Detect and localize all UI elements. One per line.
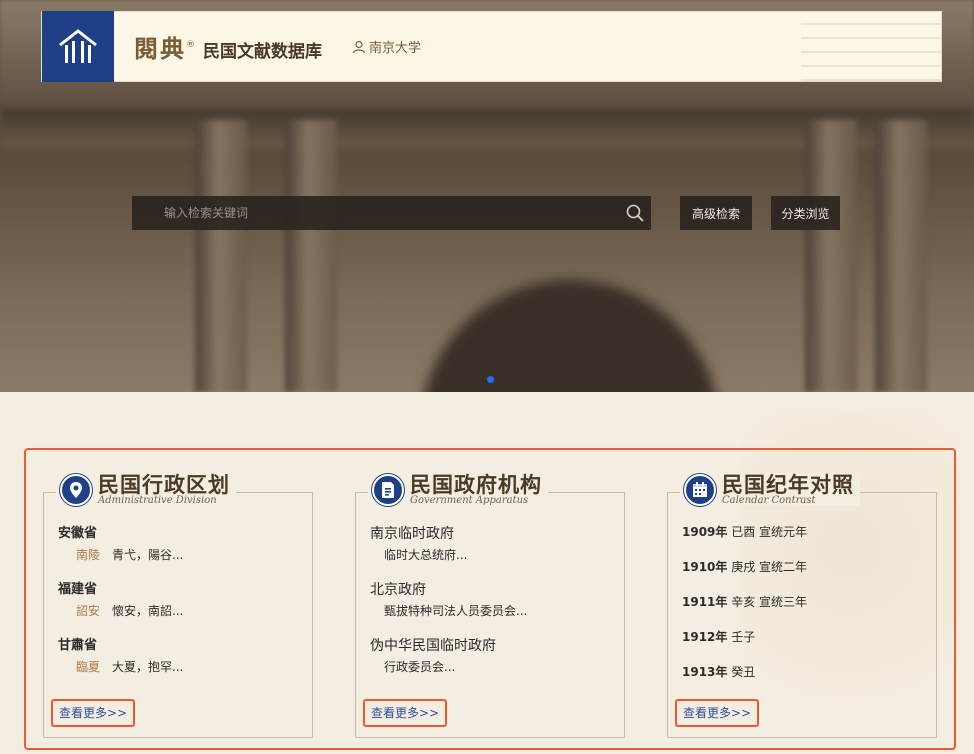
year-text: 庚戌 宣统二年 (731, 560, 808, 574)
list-item: 北京政府 甄拔特种司法人员委员会... (370, 579, 614, 621)
government-link[interactable]: 南京临时政府 (370, 523, 614, 545)
view-more-link[interactable]: 查看更多>> (51, 699, 136, 727)
panel-subtitle: Calendar Contrast (722, 495, 816, 506)
province-link[interactable]: 甘肅省 (58, 635, 302, 657)
list-item: 福建省 詔安 懷安，南詔... (58, 579, 302, 621)
list-item: 伪中华民国临时政府 行政委员会... (370, 635, 614, 677)
panel-subtitle: Government Apparatus (410, 495, 529, 506)
province-link[interactable]: 安徽省 (58, 523, 302, 545)
county-link[interactable]: 詔安 (76, 604, 100, 618)
agency-link[interactable]: 行政委员会... (370, 657, 614, 677)
category-browse-button[interactable]: 分类浏览 (771, 196, 840, 230)
panel-header: 民国政府机构 Government Apparatus (368, 473, 548, 506)
year-row[interactable]: 1912年 壬子 (682, 620, 926, 655)
list-item: 南京临时政府 临时大总统府... (370, 523, 614, 565)
list-item: 甘肅省 臨夏 大夏，抱罕... (58, 635, 302, 677)
header-decoration (801, 12, 941, 81)
government-link[interactable]: 北京政府 (370, 579, 614, 601)
county-link[interactable]: 臨夏 (76, 660, 100, 674)
carousel-indicator[interactable] (487, 376, 494, 383)
user-account[interactable]: 南京大学 (352, 37, 421, 56)
county-detail[interactable]: 懷安，南詔... (112, 604, 183, 618)
search-icon[interactable] (625, 203, 645, 227)
year: 1912年 (682, 630, 728, 644)
panel-title: 民国政府机构 (410, 473, 542, 497)
hero-pillar (875, 120, 927, 392)
document-icon (372, 473, 404, 506)
panel-header: 民国纪年对照 Calendar Contrast (680, 473, 860, 506)
panel-government-apparatus: 民国政府机构 Government Apparatus 南京临时政府 临时大总统… (355, 473, 625, 738)
hero-pillar (805, 120, 857, 392)
year: 1913年 (682, 665, 728, 679)
advanced-search-button[interactable]: 高级检索 (680, 196, 752, 230)
county-detail[interactable]: 青弋，陽谷... (112, 548, 183, 562)
list-item: 安徽省 南陵 青弋，陽谷... (58, 523, 302, 565)
year-row[interactable]: 1910年 庚戌 宣统二年 (682, 550, 926, 585)
brand-calligraphy: 閱典 (134, 34, 186, 63)
brand-name: 民国文献数据库 (203, 42, 322, 62)
panel-calendar-contrast: 民国纪年对照 Calendar Contrast 1909年 已酉 宣统元年 1… (667, 473, 937, 738)
hero-pillar (195, 120, 247, 392)
panel-title: 民国纪年对照 (722, 473, 854, 497)
year-text: 癸丑 (731, 665, 756, 679)
panel-subtitle: Administrative Division (98, 495, 217, 506)
year-row[interactable]: 1909年 已酉 宣统元年 (682, 515, 926, 550)
brand[interactable]: 閱典 ® 民国文献数据库 (134, 29, 322, 64)
year-row[interactable]: 1913年 癸丑 (682, 655, 926, 690)
view-more-link[interactable]: 查看更多>> (675, 699, 760, 727)
search-bar (132, 196, 651, 230)
panel-header: 民国行政区划 Administrative Division (56, 473, 236, 506)
year: 1911年 (682, 595, 728, 609)
site-header: 閱典 ® 民国文献数据库 南京大学 (41, 11, 942, 82)
search-input[interactable] (132, 196, 612, 230)
year-row[interactable]: 1911年 辛亥 宣统三年 (682, 585, 926, 620)
location-pin-icon (60, 473, 92, 506)
agency-link[interactable]: 临时大总统府... (370, 545, 614, 565)
panel-title: 民国行政区划 (98, 473, 230, 497)
province-link[interactable]: 福建省 (58, 579, 302, 601)
county-detail[interactable]: 大夏，抱罕... (112, 660, 183, 674)
hero-pillar (285, 120, 337, 392)
year-text: 辛亥 宣统三年 (731, 595, 808, 609)
county-link[interactable]: 南陵 (76, 548, 100, 562)
library-building-icon[interactable] (42, 11, 114, 82)
year: 1910年 (682, 560, 728, 574)
user-icon (352, 40, 366, 53)
hero-arch (420, 280, 720, 392)
year-text: 壬子 (731, 630, 756, 644)
government-link[interactable]: 伪中华民国临时政府 (370, 635, 614, 657)
year: 1909年 (682, 525, 728, 539)
panel-administrative-division: 民国行政区划 Administrative Division 安徽省 南陵 青弋，… (43, 473, 313, 738)
calendar-icon (684, 473, 716, 506)
year-text: 已酉 宣统元年 (731, 525, 808, 539)
user-name: 南京大学 (369, 41, 422, 56)
registered-mark: ® (186, 40, 195, 50)
agency-link[interactable]: 甄拔特种司法人员委员会... (370, 601, 614, 621)
view-more-link[interactable]: 查看更多>> (363, 699, 448, 727)
